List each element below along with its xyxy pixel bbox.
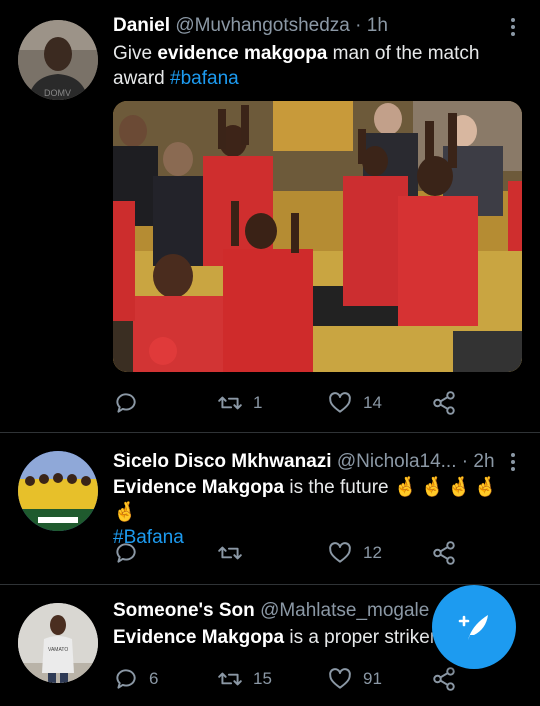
share-icon — [433, 541, 455, 565]
retweet-count: 15 — [253, 669, 272, 688]
retweet-count: 1 — [253, 393, 263, 412]
reply-button[interactable] — [113, 538, 149, 568]
avatar[interactable] — [18, 451, 98, 531]
heart-icon — [329, 542, 351, 563]
avatar-photo: VAMATO — [18, 603, 98, 683]
tweet-media[interactable] — [113, 101, 522, 372]
more-icon[interactable] — [510, 18, 516, 39]
more-icon[interactable] — [510, 453, 516, 474]
tweet[interactable]: Sicelo Disco Mkhwanazi @Nichola14... · 2… — [0, 433, 540, 583]
author-name[interactable]: Daniel — [113, 15, 170, 36]
compose-tweet-icon — [458, 615, 488, 640]
retweet-button[interactable]: 15 — [217, 664, 272, 694]
share-icon — [433, 391, 455, 415]
like-count: 91 — [363, 669, 382, 688]
text-bold: Evidence Makgopa — [113, 627, 285, 648]
retweet-icon — [218, 546, 242, 560]
heart-icon — [329, 392, 351, 413]
retweet-button[interactable]: 1 — [217, 388, 262, 418]
tweet-actions: 12 — [113, 538, 513, 568]
like-count: 14 — [363, 393, 382, 412]
reply-icon — [116, 543, 136, 563]
avatar-photo — [18, 451, 98, 531]
like-count: 12 — [363, 543, 382, 562]
tweet[interactable]: DOMV Daniel @Muvhangotshedza · 1h Give e… — [0, 0, 540, 432]
like-button[interactable]: 12 — [327, 538, 382, 568]
tweet-actions: 6 15 91 — [113, 664, 513, 694]
tweet-text: Give evidence makgopa man of the match a… — [113, 41, 520, 91]
tweet-header: Daniel @Muvhangotshedza · 1h — [113, 14, 500, 38]
avatar[interactable]: DOMV — [18, 20, 98, 100]
tweet-header: Someone's Son @Mahlatse_mogale · — [113, 599, 430, 623]
author-handle[interactable]: @Mahlatse_mogale — [260, 600, 429, 621]
share-button[interactable] — [431, 664, 457, 694]
reply-button[interactable] — [113, 388, 149, 418]
reply-icon — [116, 669, 136, 689]
tweet-time: · 2h — [461, 451, 495, 472]
like-button[interactable]: 14 — [327, 388, 382, 418]
compose-tweet-button[interactable] — [432, 585, 516, 669]
share-icon — [433, 667, 455, 691]
svg-text:DOMV: DOMV — [44, 88, 71, 98]
retweet-button[interactable] — [217, 538, 253, 568]
retweet-icon — [218, 396, 242, 410]
author-name[interactable]: Someone's Son — [113, 600, 255, 621]
tweet-time: · 1h — [355, 15, 388, 36]
avatar-photo: DOMV — [18, 20, 98, 100]
tweet-header: Sicelo Disco Mkhwanazi @Nichola14... · 2… — [113, 450, 500, 474]
hashtag-link[interactable]: #bafana — [170, 68, 239, 89]
share-button[interactable] — [431, 388, 457, 418]
heart-icon — [329, 668, 351, 689]
text-part: Give — [113, 43, 158, 64]
author-name[interactable]: Sicelo Disco Mkhwanazi — [113, 451, 332, 472]
text-bold: evidence makgopa — [157, 43, 328, 64]
reply-button[interactable]: 6 — [113, 664, 158, 694]
reply-icon — [116, 393, 136, 413]
author-handle[interactable]: @Muvhangotshedza — [175, 15, 350, 36]
text-bold: Evidence Makgopa — [113, 477, 285, 498]
svg-text:VAMATO: VAMATO — [48, 647, 68, 653]
like-button[interactable]: 91 — [327, 664, 382, 694]
author-handle[interactable]: @Nichola14... — [337, 451, 457, 472]
tweet-actions: 1 14 — [113, 388, 513, 418]
text-part: is a proper striker. — [284, 627, 441, 648]
share-button[interactable] — [431, 538, 457, 568]
retweet-icon — [218, 672, 242, 686]
avatar[interactable]: VAMATO — [18, 603, 98, 683]
text-part: is the future — [284, 477, 389, 498]
parliament-photo — [113, 101, 522, 372]
reply-count: 6 — [149, 669, 159, 688]
